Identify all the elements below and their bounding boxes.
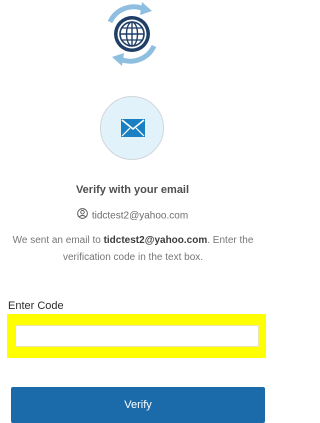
verification-code-input[interactable] <box>15 325 259 347</box>
user-icon <box>77 208 88 222</box>
verify-button[interactable]: Verify <box>11 387 265 423</box>
globe-sync-icon <box>98 0 166 68</box>
identifier-container: tidctest2@yahoo.com <box>0 208 265 223</box>
instructions-email: tidctest2@yahoo.com <box>103 235 208 246</box>
instructions-prefix: We sent an email to <box>12 235 104 246</box>
envelope-icon <box>121 119 145 137</box>
page-title: Verify with your email <box>75 184 190 196</box>
instructions-text: We sent an email to tidctest2@yahoo.com.… <box>12 232 254 266</box>
identifier-email: tidctest2@yahoo.com <box>91 210 189 222</box>
enter-code-label: Enter Code <box>8 300 64 312</box>
email-factor-icon <box>100 96 164 160</box>
